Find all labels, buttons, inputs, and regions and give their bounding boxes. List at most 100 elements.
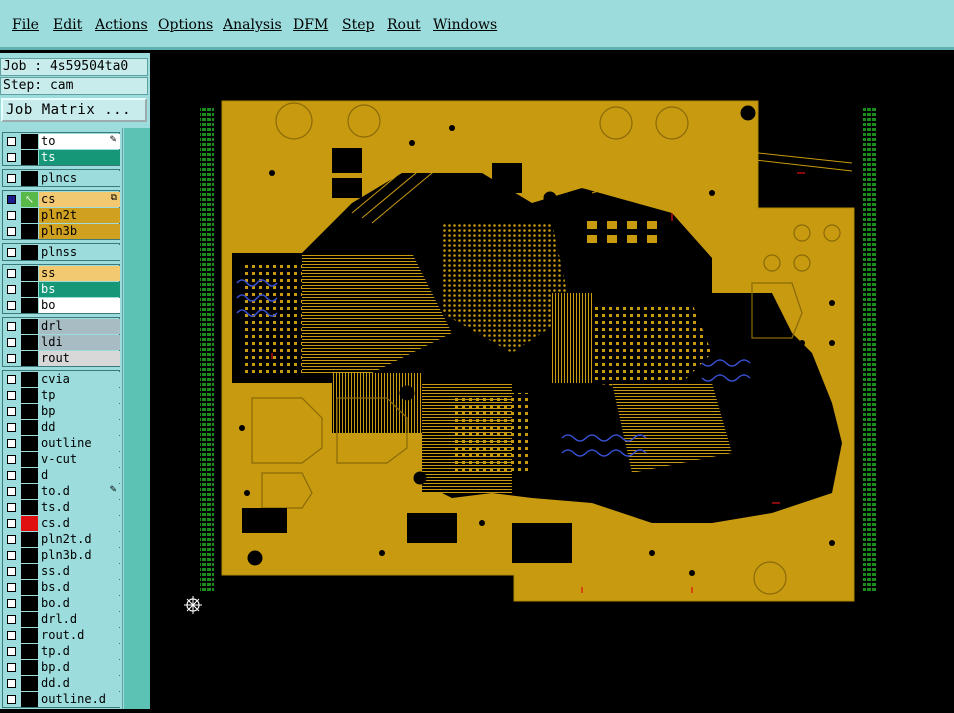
layer-color-swatch[interactable]	[21, 612, 38, 627]
layer-checkbox[interactable]	[7, 487, 16, 496]
layer-row[interactable]: tp.d	[3, 644, 120, 659]
layer-color-swatch[interactable]	[21, 335, 38, 350]
layer-name[interactable]: drl	[39, 319, 120, 334]
layer-color-swatch[interactable]	[21, 692, 38, 707]
layer-name[interactable]: v-cut	[39, 452, 120, 467]
menu-options[interactable]: Options	[158, 17, 213, 33]
layer-color-swatch[interactable]	[21, 245, 38, 260]
layer-color-swatch[interactable]	[21, 404, 38, 419]
layer-checkbox[interactable]	[7, 301, 16, 310]
layer-row[interactable]: pln3b	[3, 224, 120, 239]
layer-checkbox[interactable]	[7, 535, 16, 544]
layer-color-swatch[interactable]	[21, 596, 38, 611]
layer-row[interactable]: ts	[3, 150, 120, 165]
layer-color-swatch[interactable]	[21, 532, 38, 547]
layer-checkbox[interactable]	[7, 407, 16, 416]
layer-name[interactable]: dd	[39, 420, 120, 435]
layer-name[interactable]: pln2t.d	[39, 532, 120, 547]
layer-name[interactable]: tp	[39, 388, 120, 403]
layer-color-swatch[interactable]	[21, 388, 38, 403]
layer-checkbox[interactable]	[7, 338, 16, 347]
layer-color-swatch[interactable]	[21, 420, 38, 435]
layer-name[interactable]: bo.d	[39, 596, 120, 611]
layer-row[interactable]: bo.d	[3, 596, 120, 611]
layer-checkbox[interactable]	[7, 211, 16, 220]
layer-name[interactable]: to.d	[39, 484, 120, 499]
layer-checkbox[interactable]	[7, 615, 16, 624]
menu-analysis[interactable]: Analysis	[223, 17, 282, 33]
layer-checkbox[interactable]	[7, 227, 16, 236]
layer-row[interactable]: ts.d	[3, 500, 120, 515]
layer-name[interactable]: cs.d	[39, 516, 120, 531]
menu-step[interactable]: Step	[342, 17, 374, 33]
layer-row[interactable]: pln3b.d	[3, 548, 120, 563]
layer-name[interactable]: tp.d	[39, 644, 120, 659]
layer-color-swatch[interactable]	[21, 319, 38, 334]
layer-checkbox[interactable]	[7, 174, 16, 183]
layer-row[interactable]: ↖ cs ⧉	[3, 192, 120, 207]
layer-row[interactable]: cvia	[3, 372, 120, 387]
layer-checkbox[interactable]	[7, 503, 16, 512]
layer-row[interactable]: ss	[3, 266, 120, 281]
layer-color-swatch[interactable]	[21, 644, 38, 659]
layer-name[interactable]: bo	[39, 298, 120, 313]
layer-name[interactable]: outline.d	[39, 692, 120, 707]
menu-windows[interactable]: Windows	[433, 17, 497, 33]
layer-row[interactable]: bo	[3, 298, 120, 313]
layer-checkbox[interactable]	[7, 269, 16, 278]
layer-checkbox[interactable]	[7, 391, 16, 400]
layer-name[interactable]: plncs	[39, 171, 120, 186]
layer-color-swatch[interactable]	[21, 436, 38, 451]
layer-name[interactable]: rout.d	[39, 628, 120, 643]
layer-checkbox[interactable]	[7, 375, 16, 384]
layer-checkbox[interactable]	[7, 519, 16, 528]
layer-name[interactable]: to	[39, 134, 120, 149]
layer-name[interactable]: pln3b.d	[39, 548, 120, 563]
layer-row[interactable]: rout.d	[3, 628, 120, 643]
layer-color-swatch[interactable]	[21, 580, 38, 595]
affected-arrow-icon[interactable]: ↖	[21, 192, 38, 207]
layer-name[interactable]: plnss	[39, 245, 120, 260]
layer-row[interactable]: v-cut	[3, 452, 120, 467]
layer-color-swatch[interactable]	[21, 282, 38, 297]
menu-dfm[interactable]: DFM	[293, 17, 328, 33]
layer-checkbox[interactable]	[7, 285, 16, 294]
layer-color-swatch[interactable]	[21, 468, 38, 483]
pcb-graphics-view[interactable]	[152, 53, 954, 709]
layer-name[interactable]: cvia	[39, 372, 120, 387]
layer-checkbox[interactable]	[7, 195, 16, 204]
layer-checkbox[interactable]	[7, 663, 16, 672]
layer-row[interactable]: pln2t.d	[3, 532, 120, 547]
layer-checkbox[interactable]	[7, 137, 16, 146]
layer-checkbox[interactable]	[7, 551, 16, 560]
layer-name[interactable]: pln3b	[39, 224, 120, 239]
layer-checkbox[interactable]	[7, 248, 16, 257]
layer-row[interactable]: plncs	[3, 171, 120, 186]
layer-checkbox[interactable]	[7, 322, 16, 331]
layer-color-swatch[interactable]	[21, 208, 38, 223]
layer-name[interactable]: ts.d	[39, 500, 120, 515]
layer-color-swatch[interactable]	[21, 351, 38, 366]
layer-row[interactable]: bp.d	[3, 660, 120, 675]
layer-checkbox[interactable]	[7, 455, 16, 464]
layer-checkbox[interactable]	[7, 354, 16, 363]
layer-row[interactable]: outline.d	[3, 692, 120, 707]
layer-color-swatch[interactable]	[21, 548, 38, 563]
layer-row[interactable]: cs.d	[3, 516, 120, 531]
layer-color-swatch[interactable]	[21, 134, 38, 149]
layer-checkbox[interactable]	[7, 423, 16, 432]
layer-name[interactable]: bp.d	[39, 660, 120, 675]
job-matrix-button[interactable]: Job Matrix ...	[1, 98, 147, 122]
layer-name[interactable]: ss	[39, 266, 120, 281]
layer-checkbox[interactable]	[7, 583, 16, 592]
layer-name[interactable]: ts	[39, 150, 120, 165]
layer-row[interactable]: ldi	[3, 335, 120, 350]
layer-row[interactable]: ss.d	[3, 564, 120, 579]
layer-checkbox[interactable]	[7, 695, 16, 704]
layer-name[interactable]: ldi	[39, 335, 120, 350]
layer-color-swatch[interactable]	[21, 452, 38, 467]
layer-checkbox[interactable]	[7, 471, 16, 480]
menu-file[interactable]: File	[12, 17, 39, 33]
layer-row[interactable]: outline	[3, 436, 120, 451]
layer-name[interactable]: ss.d	[39, 564, 120, 579]
